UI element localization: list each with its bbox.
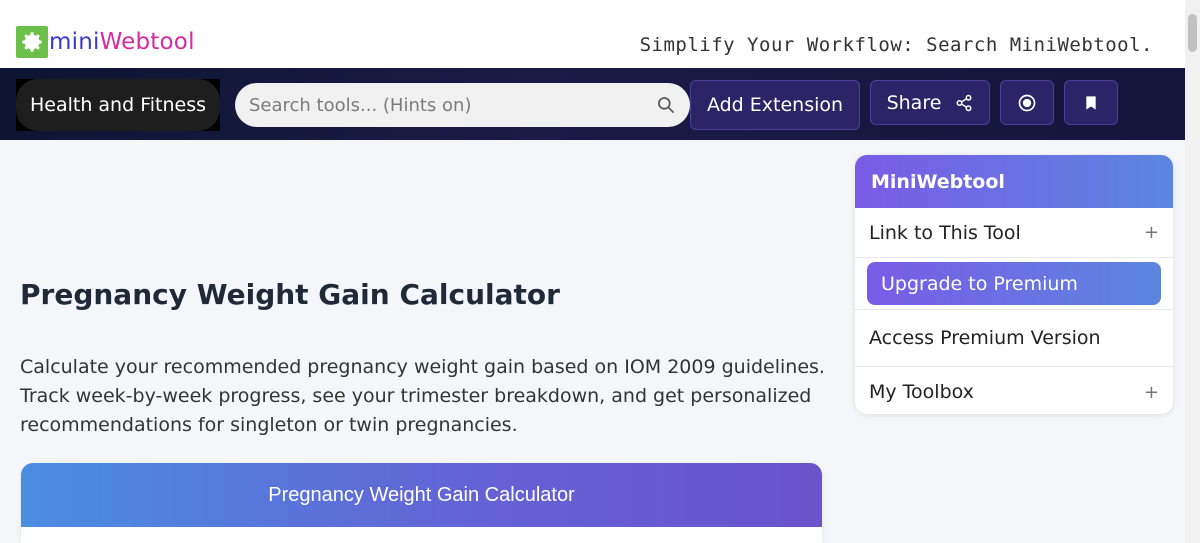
calculator-card-header: Pregnancy Weight Gain Calculator <box>21 463 822 527</box>
my-toolbox-label: My Toolbox <box>869 381 974 403</box>
share-button[interactable]: Share <box>870 80 990 125</box>
record-icon <box>1018 94 1036 111</box>
logo-text: miniWebtool <box>49 29 195 55</box>
access-premium-label: Access Premium Version <box>869 327 1101 349</box>
nav-bar: Health and Fitness Add Extension Share <box>0 68 1185 140</box>
logo-text-mini: mini <box>49 29 100 55</box>
bookmark-icon <box>1086 95 1096 110</box>
scrollbar-thumb[interactable] <box>1188 14 1197 52</box>
add-extension-button[interactable]: Add Extension <box>690 80 860 130</box>
record-button[interactable] <box>1000 80 1054 125</box>
link-to-tool-item[interactable]: Link to This Tool + <box>855 208 1173 258</box>
search-box[interactable] <box>235 83 690 127</box>
category-button[interactable]: Health and Fitness <box>16 79 220 131</box>
category-label: Health and Fitness <box>29 94 207 116</box>
page-scrollbar[interactable] <box>1185 0 1200 543</box>
calculator-card: Pregnancy Weight Gain Calculator <box>21 463 822 543</box>
access-premium-item[interactable]: Access Premium Version <box>855 310 1173 367</box>
page-title: Pregnancy Weight Gain Calculator <box>20 278 560 311</box>
top-header: miniWebtool Simplify Your Workflow: Sear… <box>0 0 1185 68</box>
logo-text-webtool: Webtool <box>99 29 195 55</box>
share-label: Share <box>886 91 942 114</box>
page-description: Calculate your recommended pregnancy wei… <box>20 356 825 436</box>
expand-plus-icon[interactable]: + <box>1144 222 1159 243</box>
upgrade-premium-button[interactable]: Upgrade to Premium <box>867 262 1161 305</box>
gear-icon <box>16 26 48 58</box>
upgrade-wrapper: Upgrade to Premium <box>855 258 1173 310</box>
search-icon[interactable] <box>656 95 676 115</box>
sidebar-title: MiniWebtool <box>855 155 1173 208</box>
my-toolbox-item[interactable]: My Toolbox + <box>855 367 1173 414</box>
share-icon <box>956 94 972 111</box>
link-to-tool-label: Link to This Tool <box>869 221 1021 244</box>
expand-plus-icon[interactable]: + <box>1144 382 1159 403</box>
bookmark-button[interactable] <box>1064 80 1118 125</box>
search-input[interactable] <box>249 94 656 116</box>
sidebar-panel: MiniWebtool Link to This Tool + Upgrade … <box>855 155 1173 414</box>
tagline: Simplify Your Workflow: Search MiniWebto… <box>639 34 1153 56</box>
site-logo[interactable]: miniWebtool <box>16 26 195 58</box>
